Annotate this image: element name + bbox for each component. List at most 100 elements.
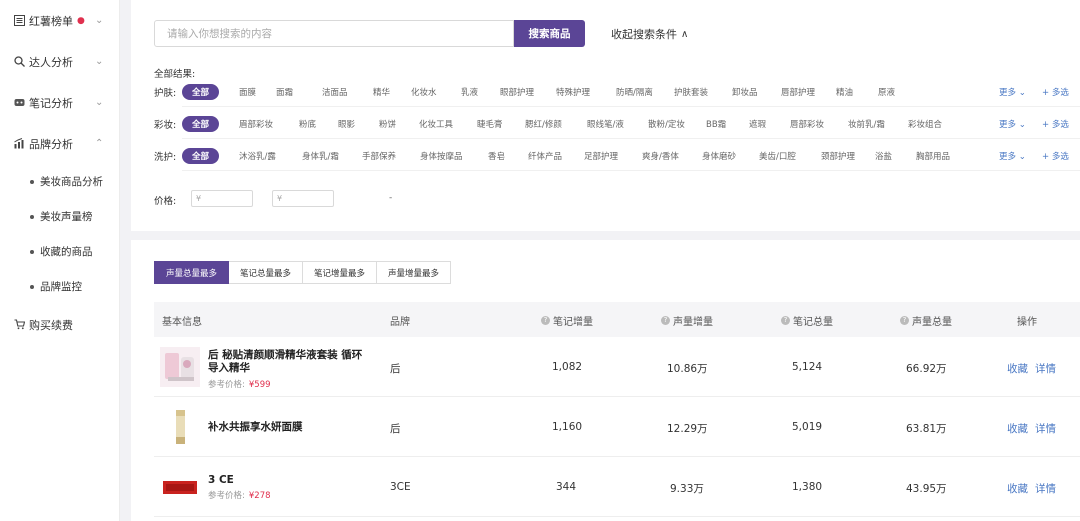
sidebar-sub-item-favorites[interactable]: 收藏的商品 [0,234,119,269]
product-thumbnail[interactable] [160,467,200,507]
sidebar-item-influencer[interactable]: 达人分析 ⌄ [0,41,119,82]
filter-tag[interactable]: 纤体产品 [528,150,562,162]
sidebar-item-brand[interactable]: 品牌分析 ⌃ [0,123,119,164]
filter-tag[interactable]: 粉底 [299,118,316,130]
filter-tag[interactable]: 手部保养 [362,150,396,162]
filter-tag[interactable]: 睫毛膏 [477,118,503,130]
filter-tag[interactable]: 彩妆组合 [908,118,942,130]
sort-tab-voice-total[interactable]: 声量总量最多 [154,261,230,284]
detail-link[interactable]: 详情 [1035,421,1056,436]
filter-tag[interactable]: 遮瑕 [749,118,766,130]
sidebar-item-red-list[interactable]: 红薯榜单 ● ⌄ [0,0,119,41]
product-name[interactable]: 补水共振享水妍面膜 [208,421,303,434]
table-header: 基本信息 品牌 ? 笔记增量 ? 声量增量 ? 笔记总量 ? 声量总量 操作 [154,302,1080,337]
filter-tag[interactable]: 防晒/隔离 [616,86,653,98]
info-icon: ? [900,316,909,325]
filter-tag[interactable]: 散粉/定妆 [648,118,685,130]
chevron-down-icon: ⌄ [95,56,104,67]
filter-tag[interactable]: 爽身/香体 [642,150,679,162]
more-button[interactable]: 更多 ⌄ [999,118,1026,130]
filter-tag[interactable]: 身体按摩品 [420,150,463,162]
filter-tag[interactable]: 眼部护理 [500,86,534,98]
filter-tag[interactable]: 唇部护理 [781,86,815,98]
list-icon [13,15,25,27]
product-name[interactable]: 3 CE [208,474,234,487]
filter-tag[interactable]: 香皂 [488,150,505,162]
sidebar-sub-item-beauty-products[interactable]: 美妆商品分析 [0,164,119,199]
filter-tag[interactable]: 美齿/口腔 [759,150,796,162]
header-note-increase[interactable]: ? 笔记增量 [541,313,593,328]
reference-price: 参考价格: ¥278 [208,491,271,501]
filter-tag[interactable]: 粉饼 [379,118,396,130]
filter-tag[interactable]: 浴盐 [875,150,892,162]
filter-tag[interactable]: 眉部彩妆 [239,118,273,130]
more-button[interactable]: 更多 ⌄ [999,150,1026,162]
filter-tag[interactable]: 化妆工具 [419,118,453,130]
reference-price: 参考价格: ¥599 [208,380,271,390]
sort-tab-note-increase[interactable]: 笔记增量最多 [303,261,378,284]
filter-tag[interactable]: 沐浴乳/露 [239,150,276,162]
sort-tab-voice-increase[interactable]: 声量增量最多 [377,261,452,284]
price-max-input[interactable] [272,190,334,207]
filter-tag[interactable]: 精华 [373,86,390,98]
product-name[interactable]: 后 秘贴清颜顺滑精华液套装 循环 导入精华 [208,349,362,375]
filter-tag[interactable]: 妆前乳/霜 [848,118,885,130]
filter-tag[interactable]: 眼影 [338,118,355,130]
filter-tag[interactable]: 腮红/修颜 [525,118,562,130]
filter-tag[interactable]: 特殊护理 [556,86,590,98]
header-note-total[interactable]: ? 笔记总量 [781,313,833,328]
filter-tag[interactable]: 面霜 [276,86,293,98]
search-input[interactable] [154,20,514,47]
filter-tag[interactable]: 护肤套装 [674,86,708,98]
sidebar-sub-item-brand-monitor[interactable]: 品牌监控 [0,269,119,304]
collect-link[interactable]: 收藏 [1007,481,1028,496]
filter-tag-all[interactable]: 全部 [182,148,220,164]
multi-select-button[interactable]: + 多选 [1042,118,1069,130]
collect-link[interactable]: 收藏 [1007,421,1028,436]
divider [182,138,1080,139]
collapse-search-toggle[interactable]: 收起搜索条件 ∧ [611,26,688,42]
header-voice-increase[interactable]: ? 声量增量 [661,313,713,328]
filter-tag[interactable]: 洁面品 [322,86,348,98]
filter-tag[interactable]: 胸部用品 [916,150,950,162]
filter-tag[interactable]: 眼线笔/液 [587,118,624,130]
filter-tag-all[interactable]: 全部 [182,116,220,132]
price-min-input[interactable] [191,190,253,207]
brand-cell: 后 [390,423,401,435]
search-button[interactable]: 搜索商品 [514,20,585,47]
chevron-up-icon: ⌃ [95,138,104,149]
voice-total-cell: 63.81万 [906,423,947,435]
filter-tag[interactable]: BB霜 [706,118,726,130]
multi-select-button[interactable]: + 多选 [1042,150,1069,162]
sidebar-item-notes[interactable]: 笔记分析 ⌄ [0,82,119,123]
header-voice-total[interactable]: ? 声量总量 [900,313,952,328]
filter-tag[interactable]: 颈部护理 [821,150,855,162]
sidebar-item-label: 品牌分析 [29,137,73,151]
filter-tag[interactable]: 足部护理 [584,150,618,162]
detail-link[interactable]: 详情 [1035,481,1056,496]
table-row: 3 CE 参考价格: ¥278 3CE 344 9.33万 1,380 43.95… [154,457,1080,517]
filter-tag[interactable]: 化妆水 [411,86,437,98]
product-thumbnail[interactable] [160,347,200,387]
filter-tag-all[interactable]: 全部 [182,84,220,100]
bullet [30,214,34,219]
filter-tag[interactable]: 精油 [836,86,853,98]
sidebar-item-purchase[interactable]: 购买续费 [0,304,119,345]
filter-tag[interactable]: 原液 [878,86,895,98]
price-label: 价格: [154,196,177,207]
filter-tag[interactable]: 唇部彩妆 [790,118,824,130]
voice-total-cell: 66.92万 [906,363,947,375]
filter-tag[interactable]: 身体磨砂 [702,150,736,162]
sort-tab-note-total[interactable]: 笔记总量最多 [229,261,304,284]
detail-link[interactable]: 详情 [1035,361,1056,376]
filter-tag[interactable]: 面膜 [239,86,256,98]
sidebar-sub-item-voice-rank[interactable]: 美妆声量榜 [0,199,119,234]
collect-link[interactable]: 收藏 [1007,361,1028,376]
product-thumbnail[interactable] [160,407,200,447]
filter-tag[interactable]: 乳液 [461,86,478,98]
filter-tag[interactable]: 卸妆品 [732,86,758,98]
bullet [30,179,34,184]
filter-tag[interactable]: 身体乳/霜 [302,150,339,162]
more-button[interactable]: 更多 ⌄ [999,86,1026,98]
multi-select-button[interactable]: + 多选 [1042,86,1069,98]
